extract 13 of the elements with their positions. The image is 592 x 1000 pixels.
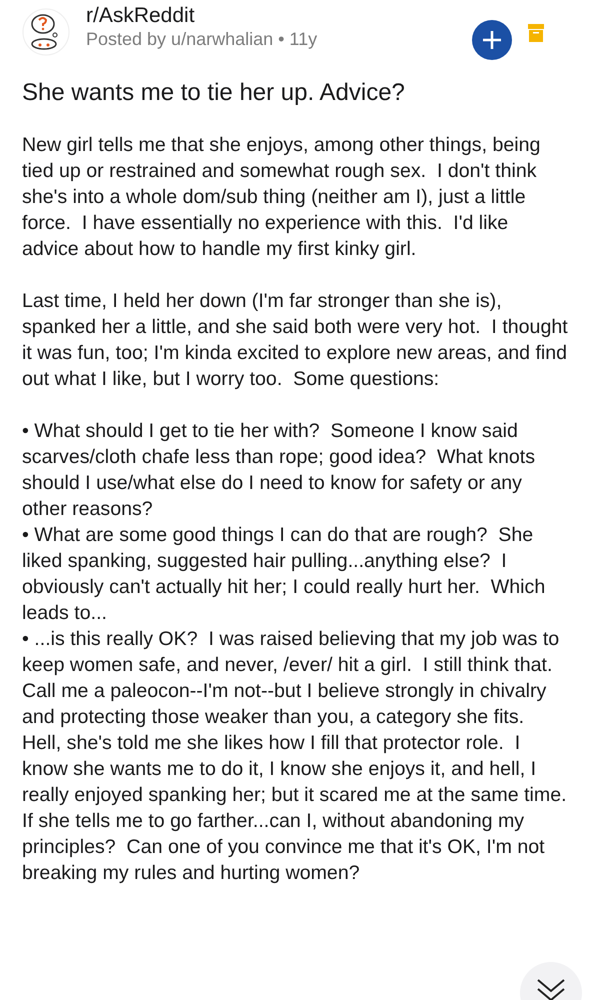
archive-icon <box>528 24 544 42</box>
post-byline: Posted by u/narwhalian • 11y <box>86 28 318 50</box>
body-paragraph: • ...is this really OK? I was raised believing that my job was to keep women safe, and never, /ever/ hit a girl. I still think that. Call me a paleocon--I'm not--but I believe strongly in chivalry and protecting those weaker than you, a category she fits. Hell, she's told me she likes how I fill that protector role. I know she wants me to do it, I know she enjoys it, and hell, I really enjoyed spanking her; but it scared me at the same time. If she tells me to go farther...can I, without abandoning my principles? Can one of you convince me that it's OK, I'm not breaking my rules and hurting women? <box>22 627 568 886</box>
avatar-icon <box>22 8 70 56</box>
plus-icon <box>481 29 503 51</box>
body-paragraph: • What should I get to tie her with? Someone I know said scarves/cloth chafe less than rope; good idea? What knots should I use/what else do I need to know for safety or any other reasons? <box>22 419 536 522</box>
body-paragraph: New girl tells me that she enjoys, among other things, being tied up or restrained and somewhat rough sex. I don't think she's into a whole dom/sub thing (neither am I), just a little force. I have essentially no experience with this. I'd like advice about how to handle my first kinky girl. <box>22 133 542 262</box>
body-paragraph: Last time, I held her down (I'm far stronger than she is), spanked her a little, and she said both were very hot. I thought it was fun, too; I'm kinda excited to explore new areas, and find out what I like, but I worry too. Some questions: <box>22 289 569 392</box>
double-chevron-icon <box>536 978 566 1000</box>
post-title: She wants me to tie her up. Advice? <box>22 78 406 108</box>
body-paragraph: • What are some good things I can do that are rough? She liked spanking, suggested hair pulling...anything else? I obviously can't actually hit her; I could really hurt her. Which leads to... <box>22 523 546 626</box>
subreddit-name[interactable]: r/AskReddit <box>86 4 472 28</box>
join-button[interactable] <box>472 20 512 60</box>
